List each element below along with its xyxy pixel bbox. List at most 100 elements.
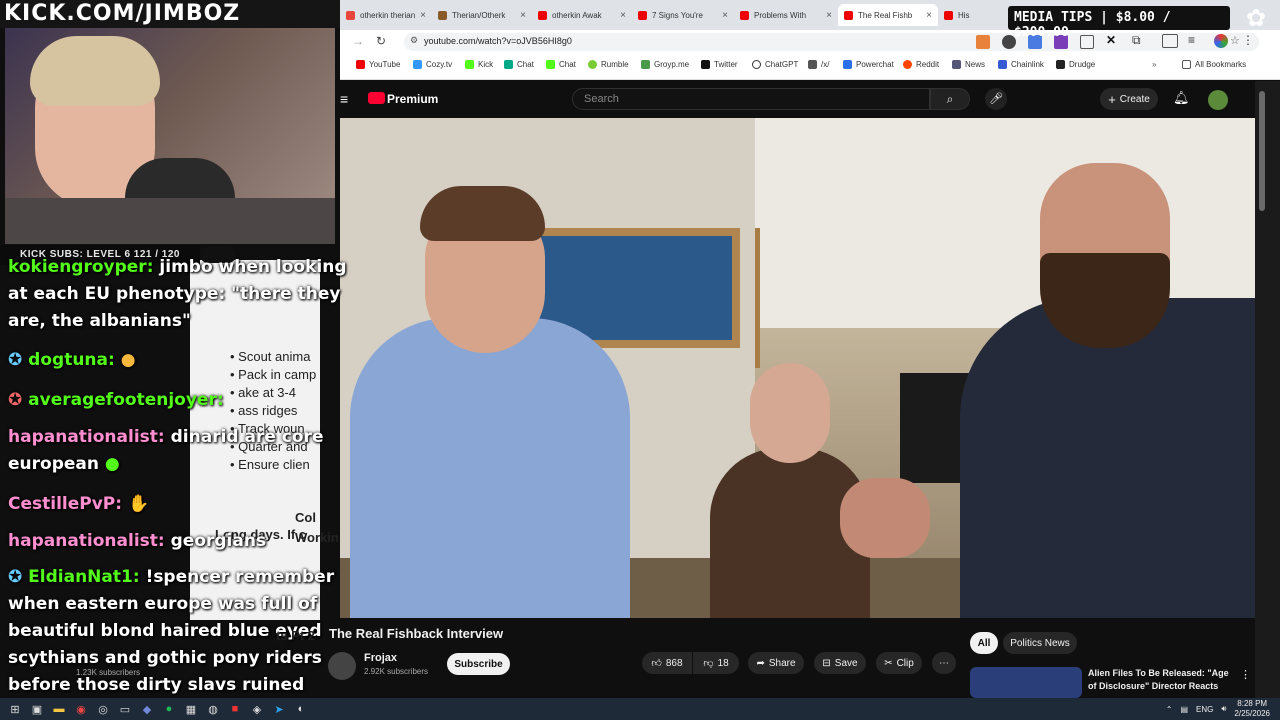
search-button[interactable]: ⌕: [930, 88, 970, 110]
youtube-logo-icon[interactable]: [368, 92, 385, 104]
recommended-title[interactable]: Alien Files To Be Released: "Age of Disc…: [1088, 667, 1238, 693]
close-tab-icon[interactable]: ×: [420, 10, 426, 21]
youtube-favicon-icon: [740, 10, 749, 20]
scrollbar[interactable]: [1255, 81, 1280, 698]
emote-icon: ●: [120, 350, 136, 370]
bookmark-news[interactable]: News: [952, 60, 985, 69]
like-button[interactable]: 👍︎ 868: [642, 652, 692, 674]
bookmark-groyp[interactable]: Groyp.me: [641, 60, 689, 69]
browser-tab[interactable]: otherkin therian ×: [340, 4, 432, 26]
kebab-menu-icon[interactable]: ⋮: [1242, 33, 1254, 47]
bookmark-label: Groyp.me: [654, 60, 690, 69]
chip-politics-news[interactable]: Politics News: [1003, 632, 1077, 654]
bookmark-youtube[interactable]: YouTube: [356, 60, 400, 69]
close-tab-icon[interactable]: ×: [520, 10, 526, 21]
account-avatar[interactable]: [1208, 90, 1228, 110]
cozytv-icon: [413, 60, 422, 69]
adobe-icon[interactable]: ■: [224, 698, 246, 720]
youtube-header: ≡ Premium Search ⌕ 🎤︎ + Create 🔔︎: [340, 81, 1255, 118]
browser-tab[interactable]: Problems With ×: [734, 4, 838, 26]
bookmark-rumble[interactable]: Rumble: [588, 60, 629, 69]
bookmarks-overflow-icon[interactable]: »: [1152, 60, 1156, 69]
spotify-icon[interactable]: ●: [158, 698, 180, 720]
app-icon[interactable]: ◍: [202, 698, 224, 720]
extension-icon[interactable]: [1080, 35, 1094, 49]
youtube-favicon-icon: [538, 10, 547, 20]
all-bookmarks[interactable]: All Bookmarks: [1182, 60, 1246, 69]
bookmark-cozytv[interactable]: Cozy.tv: [413, 60, 452, 69]
more-actions-icon[interactable]: ⋯: [932, 652, 956, 674]
browser-tab[interactable]: otherkin Awak ×: [532, 4, 632, 26]
bookmark-star-icon[interactable]: ☆: [1230, 34, 1240, 47]
youtube-premium-logo[interactable]: Premium: [387, 92, 438, 106]
bookmark-chatgpt[interactable]: ChatGPT: [752, 60, 798, 69]
bookmark-reddit[interactable]: Reddit: [903, 60, 939, 69]
create-button[interactable]: + Create: [1100, 88, 1158, 110]
close-tab-icon[interactable]: ×: [926, 10, 932, 21]
recommended-thumbnail[interactable]: [970, 667, 1082, 698]
bookmark-chat[interactable]: Chat: [504, 60, 534, 69]
dislike-button[interactable]: 👎︎ 18: [693, 652, 739, 674]
reload-icon[interactable]: ↻: [376, 34, 386, 48]
clip-button[interactable]: ✂ Clip: [876, 652, 922, 674]
bookmark-label: Rumble: [601, 60, 629, 69]
windows-start-icon[interactable]: ⊞: [4, 698, 26, 720]
extension-metamask-icon[interactable]: [976, 35, 990, 49]
menu-lines-icon[interactable]: ≡: [1188, 33, 1195, 47]
flower-logo-icon: ✿: [1245, 5, 1267, 32]
voice-search-icon[interactable]: 🎤︎: [985, 88, 1007, 110]
subscribe-button[interactable]: Subscribe: [447, 653, 510, 675]
browser-tab[interactable]: 7 Signs You're ×: [632, 4, 734, 26]
sidebar-panel-icon[interactable]: [1162, 34, 1178, 48]
task-view-icon[interactable]: ▣: [26, 698, 48, 720]
steam-icon[interactable]: ◎: [92, 698, 114, 720]
bookmark-chainlink[interactable]: Chainlink: [998, 60, 1044, 69]
bookmark-chat[interactable]: Chat: [546, 60, 576, 69]
bookmark-drudge[interactable]: Drudge: [1056, 60, 1095, 69]
bookmark-kick[interactable]: Kick: [465, 60, 493, 69]
bookmark-label: Twitter: [714, 60, 738, 69]
share-button[interactable]: ➦ Share: [748, 652, 804, 674]
close-tab-icon[interactable]: ×: [826, 10, 832, 21]
bookmark-x-board[interactable]: /x/: [808, 60, 829, 69]
network-icon[interactable]: ▤: [1180, 705, 1188, 714]
url-field[interactable]: ⚙ youtube.com/watch?v=oJVB56HI8g0 ☆: [404, 33, 1259, 51]
speaker-icon[interactable]: 🔊︎: [1221, 704, 1226, 714]
discord-icon[interactable]: ◆: [136, 698, 158, 720]
tray-chevron-icon[interactable]: ⌃: [1166, 705, 1173, 714]
puzzle-extensions-icon[interactable]: ⧉: [1132, 33, 1141, 48]
app-icon[interactable]: ▦: [180, 698, 202, 720]
terminal-icon[interactable]: ▭: [114, 698, 136, 720]
close-tab-icon[interactable]: ×: [722, 10, 728, 21]
clock[interactable]: 8:28 PM 2/25/2026: [1234, 699, 1270, 719]
telegram-icon[interactable]: ➤: [268, 698, 290, 720]
site-info-icon[interactable]: ⚙: [410, 35, 418, 46]
language-indicator[interactable]: ENG: [1196, 705, 1213, 714]
app-icon[interactable]: ◈: [246, 698, 268, 720]
profile-avatar[interactable]: [1214, 34, 1228, 48]
youtube-favicon-icon: [638, 10, 647, 20]
scrollbar-thumb[interactable]: [1259, 91, 1265, 211]
bookmark-twitter[interactable]: Twitter: [701, 60, 738, 69]
video-player[interactable]: [340, 118, 1255, 618]
search-input[interactable]: Search: [572, 88, 930, 110]
recommended-more-icon[interactable]: ⋮: [1240, 668, 1251, 681]
notifications-bell-icon[interactable]: 🔔︎: [1173, 90, 1190, 106]
browser-tab[interactable]: His: [938, 4, 998, 26]
bookmark-powerchat[interactable]: Powerchat: [843, 60, 894, 69]
x-extension-icon[interactable]: ✕: [1106, 33, 1116, 47]
browser-tab-active[interactable]: The Real Fishb ×: [838, 4, 938, 26]
forward-arrow-icon[interactable]: →: [352, 34, 364, 48]
close-tab-icon[interactable]: ×: [620, 10, 626, 21]
thumbs-up-icon: 👍︎: [651, 658, 662, 669]
chat-icon: [546, 60, 555, 69]
file-explorer-icon[interactable]: ▬: [48, 698, 70, 720]
chip-all[interactable]: All: [970, 632, 998, 654]
browser-tab[interactable]: Therian/Otherk ×: [432, 4, 532, 26]
save-button[interactable]: ⊟ Save: [814, 652, 866, 674]
channel-name[interactable]: Frojax: [364, 652, 397, 664]
groyp-icon: [641, 60, 650, 69]
hamburger-menu-icon[interactable]: ≡: [340, 91, 348, 107]
app-icon[interactable]: ◐: [290, 698, 312, 720]
chrome-icon[interactable]: ◉: [70, 698, 92, 720]
